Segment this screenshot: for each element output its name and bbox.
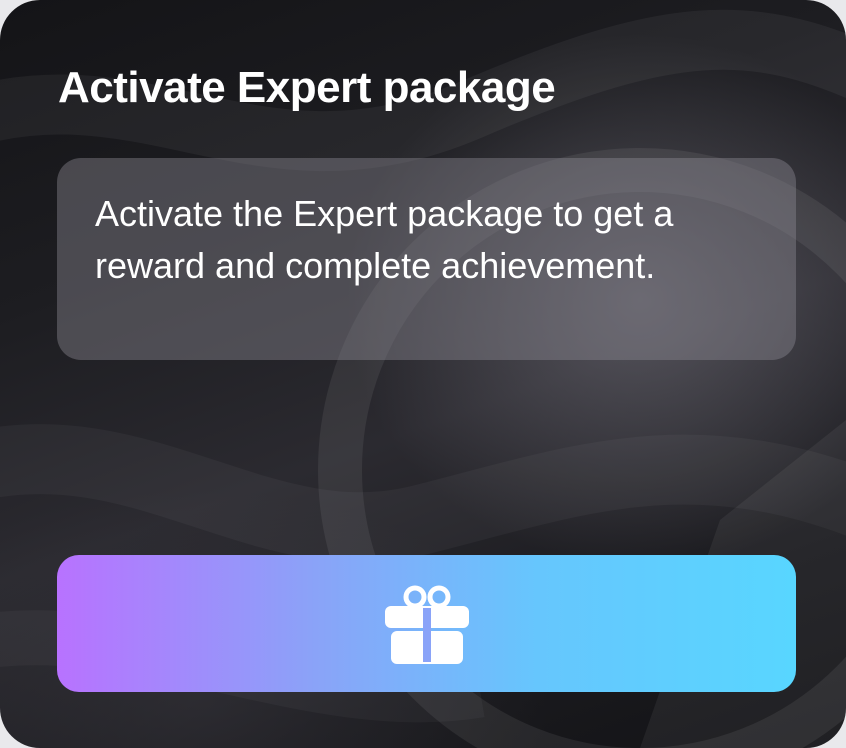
gift-icon [384,585,469,664]
description-text: Activate the Expert package to get a rew… [95,193,674,286]
description-panel: Activate the Expert package to get a rew… [57,158,796,360]
card-title: Activate Expert package [58,63,556,112]
claim-reward-button[interactable] [57,555,796,692]
achievement-card: Activate Expert package Activate the Exp… [0,0,846,748]
